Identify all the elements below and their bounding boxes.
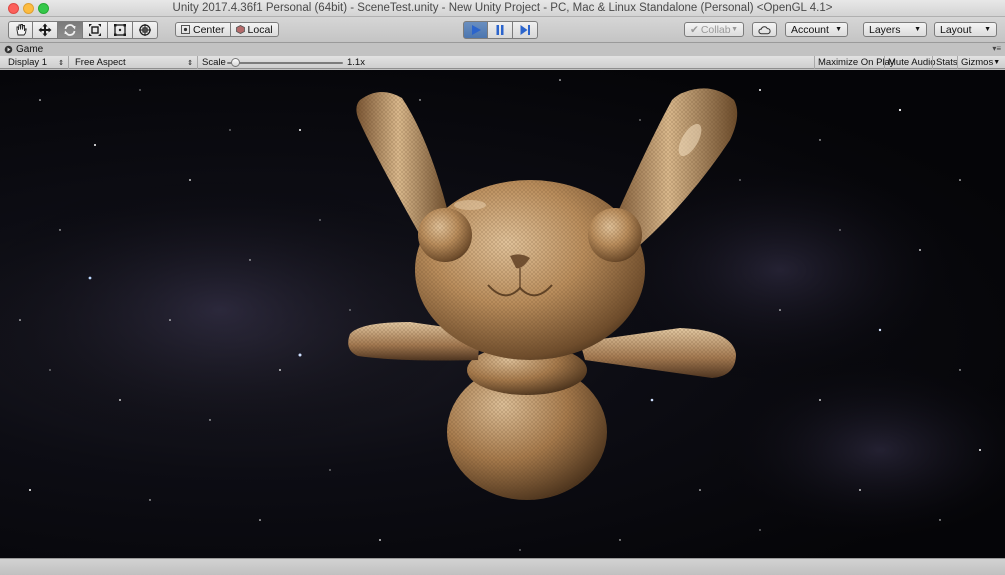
- scale-value: 1.1x: [347, 57, 365, 68]
- chevron-down-icon: ▼: [914, 26, 921, 33]
- scale-tool-button[interactable]: [83, 21, 108, 39]
- chevron-down-icon: ▼: [984, 26, 991, 33]
- panel-menu-icon[interactable]: ▾≡: [992, 44, 1001, 53]
- gizmos-dropdown[interactable]: Gizmos ▼: [957, 56, 1002, 69]
- play-button[interactable]: [463, 21, 488, 39]
- account-dropdown[interactable]: Account ▼: [785, 22, 848, 37]
- aspect-label: Free Aspect: [75, 57, 126, 68]
- scale-slider-track[interactable]: [227, 62, 343, 64]
- game-view-icon: [4, 45, 13, 54]
- transform-tool-button[interactable]: [133, 21, 158, 39]
- rect-tool-button[interactable]: [108, 21, 133, 39]
- hand-tool-button[interactable]: [8, 21, 33, 39]
- play-icon: [471, 25, 481, 35]
- scene-render: [0, 79, 1005, 551]
- rotate-tool-button[interactable]: [58, 21, 83, 39]
- pivot-rotation-button[interactable]: Local: [230, 22, 279, 37]
- chevron-updown-icon: ⇕: [58, 59, 64, 67]
- pause-button[interactable]: [488, 21, 513, 39]
- collab-label: Collab: [700, 23, 731, 36]
- main-toolbar: Center Local ✔ Collab ▼ Account ▼ Layers…: [0, 17, 1005, 43]
- chevron-down-icon: ▼: [835, 26, 842, 33]
- chevron-down-icon: ▼: [731, 26, 738, 33]
- pivot-center-icon: [181, 25, 190, 34]
- checkmark-icon: ✔: [690, 23, 699, 36]
- panel-tab-bar: Game ▾≡: [0, 43, 1005, 56]
- playmode-controls: [463, 21, 538, 39]
- scale-slider-thumb[interactable]: [231, 58, 240, 67]
- cloud-icon: [758, 25, 771, 34]
- account-label: Account: [791, 23, 829, 36]
- local-space-icon: [235, 25, 245, 34]
- step-button[interactable]: [513, 21, 538, 39]
- layers-label: Layers: [869, 23, 901, 36]
- move-tool-button[interactable]: [33, 21, 58, 39]
- tab-game[interactable]: Game: [4, 43, 43, 56]
- chevron-updown-icon: ⇕: [187, 59, 193, 67]
- display-label: Display 1: [8, 57, 48, 68]
- pivot-mode-button[interactable]: Center: [175, 22, 231, 37]
- move-icon: [38, 23, 52, 37]
- cloud-services-button[interactable]: [752, 22, 777, 37]
- game-view-viewport[interactable]: [0, 70, 1005, 558]
- rotate-icon: [64, 24, 76, 36]
- gizmos-label: Gizmos: [961, 57, 994, 68]
- display-dropdown[interactable]: Display 1 ⇕: [4, 56, 69, 69]
- window-title: Unity 2017.4.36f1 Personal (64bit) - Sce…: [172, 2, 833, 14]
- aspect-dropdown[interactable]: Free Aspect ⇕: [71, 56, 198, 69]
- rect-tool-icon: [114, 24, 126, 36]
- hand-icon: [16, 24, 27, 36]
- transform-icon: [139, 24, 151, 36]
- scale-icon: [89, 24, 101, 36]
- title-bar: Unity 2017.4.36f1 Personal (64bit) - Sce…: [0, 0, 1005, 17]
- status-bar: [0, 558, 1005, 575]
- pivot-toggles: Center Local: [175, 22, 279, 37]
- game-view-controls: Display 1 ⇕ Free Aspect ⇕ Scale 1.1x Max…: [0, 56, 1005, 69]
- transform-tools: [8, 21, 158, 39]
- scale-label: Scale: [202, 57, 226, 68]
- step-icon: [520, 25, 530, 35]
- pivot-mode-label: Center: [193, 23, 225, 36]
- layers-dropdown[interactable]: Layers ▼: [863, 22, 927, 37]
- chevron-down-icon: ▼: [993, 59, 1001, 66]
- layout-label: Layout: [940, 23, 972, 36]
- pivot-rotation-label: Local: [247, 23, 273, 36]
- collab-dropdown[interactable]: ✔ Collab ▼: [684, 22, 744, 37]
- layout-dropdown[interactable]: Layout ▼: [934, 22, 997, 37]
- tab-game-label: Game: [16, 44, 44, 55]
- mute-audio-toggle[interactable]: Mute Audio: [884, 56, 939, 69]
- pause-icon: [496, 25, 504, 35]
